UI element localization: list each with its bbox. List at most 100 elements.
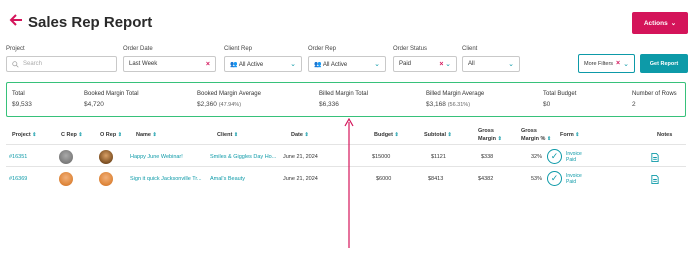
client-rep-value: All Active (238, 61, 264, 68)
col-subtotal-label: Subtotal (424, 132, 446, 138)
sort-icon[interactable]: ⇕ (234, 132, 238, 138)
row1-client-link[interactable]: Smiles & Giggles Day Ho... (210, 154, 276, 160)
order-date-value: Last Week (129, 61, 158, 67)
client-rep-select[interactable]: 👥 All Active ⌄ (224, 56, 302, 72)
row1-gross-margin: $338 (481, 154, 494, 160)
back-arrow-icon[interactable] (8, 12, 24, 28)
users-icon: 👥 (314, 61, 322, 68)
summary-billed-margin-average-label: Billed Margin Average (426, 91, 485, 97)
summary-total-value: $9,533 (12, 101, 32, 108)
c-rep-avatar (59, 150, 73, 164)
row1-form-status[interactable]: Invoice Paid (566, 151, 582, 163)
clear-x-icon[interactable]: × (439, 61, 443, 68)
sort-icon[interactable]: ⇕ (78, 132, 82, 138)
sort-icon[interactable]: ⇕ (32, 132, 36, 138)
col-gross-margin-pct[interactable]: Gross Margin % ⇕ (521, 127, 551, 143)
col-gross-margin-pct-label-a: Gross (521, 128, 537, 134)
row2-form-status-b: Paid (566, 179, 577, 185)
col-subtotal[interactable]: Subtotal ⇕ (424, 132, 452, 138)
project-label: Project (6, 46, 25, 52)
row2-subtotal: $8413 (428, 176, 444, 182)
col-gross-margin-label-b: Margin (478, 136, 497, 142)
document-icon[interactable] (651, 153, 659, 162)
row2-client-link[interactable]: Amal's Beauty (210, 176, 245, 182)
row2-form-status[interactable]: Invoice Paid (566, 173, 582, 185)
o-rep-avatar (99, 172, 113, 186)
check-circle-icon[interactable]: ✓ (547, 171, 562, 186)
order-status-value: Paid (399, 61, 412, 67)
client-value: All (468, 61, 475, 67)
summary-total-budget-value: $0 (543, 101, 551, 108)
col-client-label: Client (217, 132, 233, 138)
row1-budget: $15000 (372, 154, 391, 160)
billed-average-pct: (56.31%) (447, 102, 471, 108)
document-icon[interactable] (651, 175, 659, 184)
sort-icon[interactable]: ⇕ (575, 132, 579, 138)
col-c-rep[interactable]: C Rep ⇕ (61, 132, 83, 138)
chevron-down-icon: ⌄ (623, 60, 629, 68)
col-name-label: Name (136, 132, 151, 138)
col-date[interactable]: Date ⇕ (291, 132, 309, 138)
more-filters-button[interactable]: More Filters × ⌄ (578, 54, 635, 73)
summary-number-of-rows-label: Number of Rows (632, 91, 677, 97)
project-search-input[interactable]: Search (6, 56, 117, 72)
actions-label: Actions (643, 19, 668, 27)
row2-gross-margin-pct: 53% (531, 176, 543, 182)
check-circle-icon[interactable]: ✓ (547, 149, 562, 164)
row2-gross-margin: $4382 (478, 176, 494, 182)
c-rep-avatar (59, 172, 73, 186)
col-gross-margin-pct-label-b: Margin % (521, 136, 546, 142)
sort-icon[interactable]: ⇕ (153, 132, 157, 138)
booked-average-value: $2,360 (197, 101, 217, 108)
col-project[interactable]: Project ⇕ (12, 132, 36, 138)
col-name[interactable]: Name ⇕ (136, 132, 157, 138)
summary-panel (6, 82, 686, 117)
col-notes: Notes (657, 132, 673, 138)
row2-project-link[interactable]: #16369 (9, 176, 27, 182)
col-form-label: Form (560, 132, 574, 138)
row1-project-link[interactable]: #16351 (9, 154, 27, 160)
sort-icon[interactable]: ⇕ (498, 136, 502, 142)
chevron-down-icon: ⌄ (508, 61, 514, 68)
row1-name-link[interactable]: Happy June Webinar! (130, 154, 183, 160)
row1-form-status-b: Paid (566, 157, 577, 163)
sort-icon[interactable]: ⇕ (547, 136, 551, 142)
row2-budget: $6000 (376, 176, 392, 182)
col-c-rep-label: C Rep (61, 132, 77, 138)
sort-icon[interactable]: ⇕ (448, 132, 452, 138)
order-rep-label: Order Rep (308, 46, 337, 52)
row2-name-link[interactable]: Sign it quick Jacksonville Tr... (130, 176, 202, 182)
order-status-label: Order Status (393, 46, 428, 52)
summary-booked-margin-average-label: Booked Margin Average (197, 91, 261, 97)
get-report-button[interactable]: Get Report (640, 54, 688, 73)
sort-icon[interactable]: ⇕ (394, 132, 398, 138)
order-date-select[interactable]: Last Week × (123, 56, 216, 72)
order-rep-value: All Active (322, 61, 348, 68)
col-form[interactable]: Form ⇕ (560, 132, 579, 138)
col-client[interactable]: Client ⇕ (217, 132, 238, 138)
col-budget-label: Budget (374, 132, 393, 138)
sort-icon[interactable]: ⇕ (118, 132, 122, 138)
more-filters-label: More Filters (584, 60, 614, 67)
order-status-select[interactable]: Paid × ⌄ (393, 56, 457, 72)
col-o-rep-label: O Rep (100, 132, 117, 138)
row1-date: June 21, 2024 (283, 154, 318, 160)
summary-total-budget-label: Total Budget (543, 91, 577, 97)
client-select[interactable]: All ⌄ (462, 56, 520, 72)
actions-button[interactable]: Actions ⌄ (632, 12, 688, 34)
summary-booked-margin-total-label: Booked Margin Total (84, 91, 139, 97)
order-rep-select[interactable]: 👥 All Active ⌄ (308, 56, 386, 72)
sort-icon[interactable]: ⇕ (304, 132, 308, 138)
clear-x-icon[interactable]: × (206, 61, 210, 68)
client-rep-label: Client Rep (224, 46, 253, 52)
col-o-rep[interactable]: O Rep ⇕ (100, 132, 122, 138)
summary-number-of-rows-value: 2 (632, 101, 636, 108)
o-rep-avatar (99, 150, 113, 164)
col-budget[interactable]: Budget ⇕ (374, 132, 399, 138)
chevron-down-icon: ⌄ (290, 61, 296, 68)
clear-x-icon[interactable]: × (616, 60, 620, 67)
col-gross-margin[interactable]: Gross Margin ⇕ (478, 127, 502, 143)
col-project-label: Project (12, 132, 31, 138)
col-date-label: Date (291, 132, 303, 138)
summary-booked-margin-average-value: $2,360 (47.94%) (197, 101, 241, 108)
